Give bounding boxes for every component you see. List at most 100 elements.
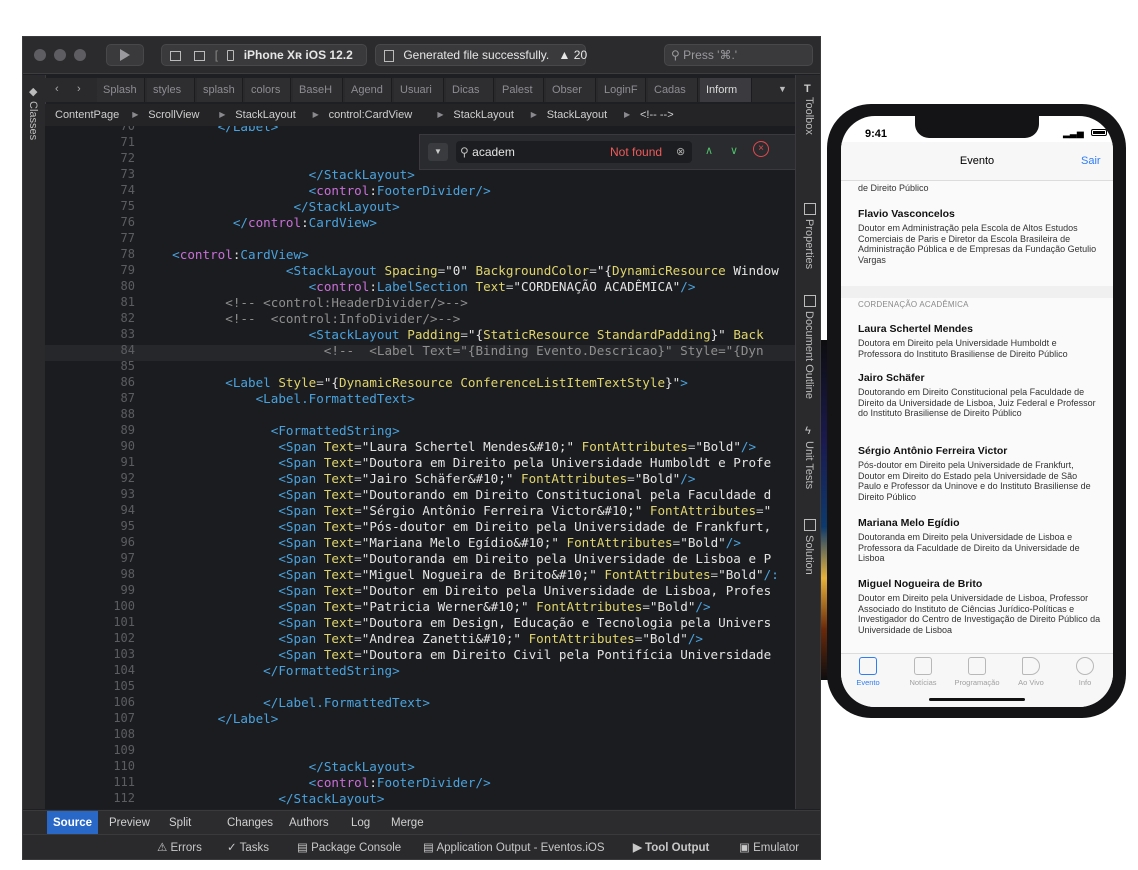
code-line[interactable]: <Span Text="Doutora em Direito Civil pel… [157, 647, 771, 662]
document-tab[interactable]: Palest [496, 78, 544, 102]
search-field[interactable]: ⚲ Press '⌘.' [664, 44, 813, 66]
document-tab[interactable]: styles [147, 78, 195, 102]
code-line[interactable]: <Span Text="Miguel Nogueira de Brito&#10… [157, 567, 779, 582]
code-line[interactable]: <control:CardView> [157, 247, 309, 262]
tab-scroll-right-icon[interactable]: › [77, 83, 81, 95]
tab-scroll-left-icon[interactable]: ‹ [55, 83, 59, 95]
code-line[interactable]: <Span Text="Patricia Werner&#10;" FontAt… [157, 599, 710, 614]
breadcrumb-item[interactable]: control:CardView [329, 104, 413, 126]
tab-noticias[interactable]: Notícias [896, 657, 950, 687]
code-line[interactable]: <Span Text="Doutoranda em Direito pela U… [157, 551, 771, 566]
run-button[interactable] [106, 44, 144, 66]
tab-changes[interactable]: Changes [221, 811, 279, 835]
tab-ao-vivo[interactable]: Ao Vivo [1004, 657, 1058, 687]
code-line[interactable]: <control:LabelSection Text="CORDENAÇÃO A… [157, 279, 696, 294]
code-line[interactable]: <Span Text="Doutorando em Direito Consti… [157, 487, 771, 502]
code-line[interactable]: <Span Text="Doutor em Direito pela Unive… [157, 583, 771, 598]
code-line[interactable]: </StackLayout> [157, 167, 415, 182]
code-line[interactable]: <Span Text="Mariana Melo Egídio&#10;" Fo… [157, 535, 741, 550]
tab-overflow-icon[interactable]: ▼ [778, 84, 787, 94]
code-line[interactable]: <!-- <control:InfoDivider/>--> [157, 311, 460, 326]
minimize-window-button[interactable] [54, 49, 66, 61]
document-tab[interactable]: Obser [546, 78, 596, 102]
code-line[interactable]: <StackLayout Spacing="0" BackgroundColor… [157, 263, 779, 278]
solution-pad-tab[interactable]: Solution [803, 535, 815, 575]
code-line[interactable]: <!-- <Label Text="{Binding Evento.Descri… [157, 343, 764, 358]
find-input[interactable]: ⚲ academ Not found ⊗ [456, 141, 692, 163]
tab-merge[interactable]: Merge [385, 811, 430, 835]
tab-preview[interactable]: Preview [103, 811, 156, 835]
code-line[interactable]: <Label.FormattedText> [157, 391, 415, 406]
device-selector[interactable]: [ iPhone Xʀ iOS 12.2 [161, 44, 367, 66]
unit-tests-pad-tab[interactable]: Unit Tests [803, 441, 815, 489]
code-line[interactable]: <Span Text="Jairo Schäfer&#10;" FontAttr… [157, 471, 695, 486]
properties-pad-tab[interactable]: Properties [803, 219, 815, 269]
breadcrumb-item[interactable]: ScrollView [148, 104, 199, 126]
code-line[interactable]: <Span Text="Doutora em Direito pela Univ… [157, 455, 771, 470]
code-line[interactable]: </control:CardView> [157, 215, 377, 230]
tab-log[interactable]: Log [345, 811, 376, 835]
code-line[interactable]: <control:FooterDivider/> [157, 775, 491, 790]
code-line[interactable]: </Label.FormattedText> [157, 695, 430, 710]
find-next-icon[interactable]: ∨ [730, 144, 738, 157]
document-tab[interactable]: Agend [345, 78, 392, 102]
code-line[interactable]: <!-- <control:HeaderDivider/>--> [157, 295, 468, 310]
zoom-window-button[interactable] [74, 49, 86, 61]
tab-authors[interactable]: Authors [283, 811, 335, 835]
code-line[interactable]: </StackLayout> [157, 791, 384, 806]
tab-info[interactable]: Info [1058, 657, 1112, 687]
code-line[interactable]: <Span Text="Andrea Zanetti&#10;" FontAtt… [157, 631, 703, 646]
code-line[interactable]: </Label> [157, 711, 279, 726]
clear-search-icon[interactable]: ⊗ [676, 141, 685, 163]
code-editor[interactable]: 70 </Label> 71 72 73 </StackLayout> 74 <cont… [45, 126, 795, 809]
tasks-pad-button[interactable]: ✓ Tasks [227, 835, 269, 859]
document-tab[interactable]: BaseH [293, 78, 343, 102]
tool-output-button[interactable]: ▶ Tool Output [633, 835, 709, 859]
document-tab[interactable]: Dicas [446, 78, 494, 102]
errors-pad-button[interactable]: ⚠ Errors [157, 835, 202, 859]
code-line[interactable]: <Span Text="Sérgio Antônio Ferreira Vict… [157, 503, 771, 518]
content-scroll[interactable]: de Direito Público Flavio Vasconcelos Do… [841, 181, 1113, 653]
code-line[interactable]: <Span Text="Laura Schertel Mendes&#10;" … [157, 439, 756, 454]
code-line[interactable]: <Label Style="{DynamicResource Conferenc… [157, 375, 688, 390]
code-line[interactable]: </StackLayout> [157, 199, 399, 214]
sair-button[interactable]: Sair [1081, 155, 1101, 167]
code-line[interactable]: <FormattedString> [157, 423, 400, 438]
classes-pad-tab[interactable]: Classes [27, 101, 39, 140]
breadcrumb-item[interactable]: StackLayout [453, 104, 514, 126]
code-line[interactable]: <Span Text="Doutora em Design, Educação … [157, 615, 771, 630]
breadcrumb-item[interactable]: StackLayout [547, 104, 608, 126]
document-outline-pad-tab[interactable]: Document Outline [803, 311, 815, 399]
package-console-button[interactable]: ▤ Package Console [297, 835, 401, 859]
tab-evento[interactable]: Evento [841, 657, 895, 687]
close-find-icon[interactable]: × [753, 141, 769, 157]
warning-count[interactable]: 20 [574, 48, 587, 62]
close-window-button[interactable] [34, 49, 46, 61]
breadcrumb-item[interactable]: ContentPage [55, 104, 119, 126]
tab-source[interactable]: Source [47, 811, 98, 835]
search-icon: ⚲ [671, 48, 680, 62]
application-output-button[interactable]: ▤ Application Output - Eventos.iOS [423, 835, 605, 859]
document-tab[interactable]: Inform [700, 78, 752, 102]
tab-programacao[interactable]: Programação [950, 657, 1004, 687]
find-previous-icon[interactable]: ∧ [705, 144, 713, 157]
code-line[interactable]: </StackLayout> [157, 759, 415, 774]
document-tab[interactable]: Splash [97, 78, 145, 102]
document-tab[interactable]: splash [197, 78, 243, 102]
code-line[interactable]: <StackLayout Padding="{StaticResource St… [157, 327, 764, 342]
document-tab[interactable]: colors [245, 78, 291, 102]
find-options-dropdown[interactable]: ▼ [428, 143, 448, 161]
code-line[interactable]: <control:FooterDivider/> [157, 183, 491, 198]
code-line[interactable]: </Label> [157, 126, 279, 134]
document-tab[interactable]: Usuari [394, 78, 444, 102]
emulator-button[interactable]: ▣ Emulator [739, 835, 799, 859]
console-icon: ▤ [423, 842, 437, 854]
code-line[interactable]: <Span Text="Pós-doutor em Direito pela U… [157, 519, 771, 534]
tab-split[interactable]: Split [163, 811, 197, 835]
code-line[interactable]: </FormattedString> [157, 663, 400, 678]
breadcrumb-item[interactable]: <!-- --> [640, 104, 674, 126]
document-tab[interactable]: Cadas [648, 78, 698, 102]
toolbox-pad-tab[interactable]: Toolbox [803, 97, 815, 135]
breadcrumb-item[interactable]: StackLayout [235, 104, 296, 126]
document-tab[interactable]: LoginF [598, 78, 646, 102]
